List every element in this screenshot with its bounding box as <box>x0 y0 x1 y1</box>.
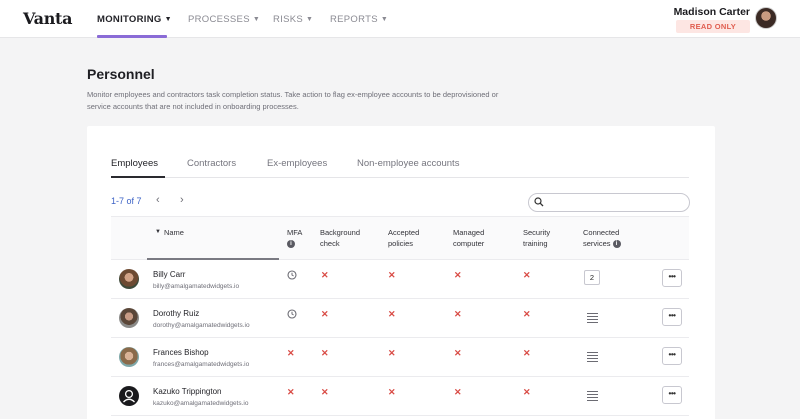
connected-services-count[interactable]: 2 <box>584 270 600 285</box>
chevron-down-icon: ▼ <box>164 16 172 23</box>
chevron-down-icon: ▼ <box>252 16 261 23</box>
more-options-button[interactable]: ••• <box>662 347 682 365</box>
personnel-table: ▼ Name MFA i Background check Accepted p… <box>111 216 689 416</box>
column-header-mfa-label: MFA <box>287 228 303 237</box>
personnel-card: Employees Contractors Ex-employees Non-e… <box>87 126 715 419</box>
sort-descending-icon: ▼ <box>155 229 161 235</box>
x-icon: ✕ <box>321 309 329 319</box>
x-icon: ✕ <box>287 348 295 358</box>
chevron-down-icon: ▼ <box>306 16 314 23</box>
tab-employees[interactable]: Employees <box>111 158 158 169</box>
read-only-badge: READ ONLY <box>676 20 750 33</box>
nav-processes-label: PROCESSES <box>188 14 250 25</box>
x-icon: ✕ <box>321 270 329 280</box>
person-email: billy@amalgamatedwidgets.io <box>153 283 240 290</box>
person-name[interactable]: Kazuko Trippington <box>153 387 222 396</box>
default-avatar-icon <box>123 389 135 403</box>
tab-non-employee-accounts[interactable]: Non-employee accounts <box>357 158 459 169</box>
search-icon <box>534 197 544 207</box>
result-count: 1-7 of 7 <box>111 196 142 206</box>
list-icon[interactable] <box>587 391 598 403</box>
x-icon: ✕ <box>454 348 462 358</box>
search-input[interactable] <box>528 193 690 212</box>
more-options-button[interactable]: ••• <box>662 386 682 404</box>
tab-contractors[interactable]: Contractors <box>187 158 236 169</box>
x-icon: ✕ <box>287 387 295 397</box>
column-header-accepted-policies: Accepted policies <box>388 228 420 248</box>
chevron-down-icon: ▼ <box>380 16 389 23</box>
avatar <box>119 269 139 289</box>
person-email: kazuko@amalgamatedwidgets.io <box>153 400 249 407</box>
user-avatar[interactable] <box>755 7 777 29</box>
info-icon[interactable]: i <box>287 240 295 249</box>
nav-processes[interactable]: PROCESSES ▼ <box>188 14 260 25</box>
column-header-managed-computer: Managed computer <box>453 228 485 248</box>
table-row[interactable]: Billy Carr billy@amalgamatedwidgets.io ✕… <box>111 260 689 299</box>
personnel-tabs: Employees Contractors Ex-employees Non-e… <box>111 152 689 178</box>
page-description: Monitor employees and contractors task c… <box>87 90 499 111</box>
x-icon: ✕ <box>388 270 396 280</box>
table-row[interactable]: Dorothy Ruiz dorothy@amalgamatedwidgets.… <box>111 299 689 338</box>
tab-ex-employees[interactable]: Ex-employees <box>267 158 327 169</box>
x-icon: ✕ <box>454 309 462 319</box>
person-name[interactable]: Billy Carr <box>153 270 185 279</box>
table-row[interactable]: Frances Bishop frances@amalgamatedwidget… <box>111 338 689 377</box>
nav-active-indicator <box>97 35 167 38</box>
vanta-logo[interactable]: Vanta <box>23 9 73 28</box>
person-email: frances@amalgamatedwidgets.io <box>153 361 250 368</box>
x-icon: ✕ <box>388 387 396 397</box>
x-icon: ✕ <box>523 387 531 397</box>
x-icon: ✕ <box>321 348 329 358</box>
x-icon: ✕ <box>523 309 531 319</box>
column-header-security-training: Security training <box>523 228 551 248</box>
nav-monitoring-label: MONITORING <box>97 14 162 25</box>
next-page-button[interactable]: › <box>180 195 184 206</box>
x-icon: ✕ <box>321 387 329 397</box>
avatar <box>119 347 139 367</box>
x-icon: ✕ <box>388 309 396 319</box>
column-header-mfa: MFA i <box>287 227 317 249</box>
x-icon: ✕ <box>523 270 531 280</box>
nav-risks[interactable]: RISKS ▼ <box>273 14 313 25</box>
table-row[interactable]: Kazuko Trippington kazuko@amalgamatedwid… <box>111 377 689 416</box>
person-name[interactable]: Dorothy Ruiz <box>153 309 199 318</box>
nav-reports-label: REPORTS <box>330 14 378 25</box>
avatar <box>119 308 139 328</box>
page-title: Personnel <box>87 66 155 82</box>
tab-active-indicator <box>111 176 165 178</box>
column-header-background-check: Background check <box>320 228 361 248</box>
clock-icon <box>287 309 297 319</box>
x-icon: ✕ <box>523 348 531 358</box>
x-icon: ✕ <box>388 348 396 358</box>
list-icon[interactable] <box>587 352 598 364</box>
user-name[interactable]: Madison Carter <box>674 6 750 18</box>
more-options-button[interactable]: ••• <box>662 269 682 287</box>
x-icon: ✕ <box>454 387 462 397</box>
list-icon[interactable] <box>587 313 598 325</box>
table-header: ▼ Name MFA i Background check Accepted p… <box>111 217 689 260</box>
previous-page-button[interactable]: ‹ <box>156 195 160 206</box>
more-options-button[interactable]: ••• <box>662 308 682 326</box>
x-icon: ✕ <box>454 270 462 280</box>
nav-risks-label: RISKS <box>273 14 304 25</box>
nav-monitoring[interactable]: MONITORING ▼ <box>97 14 172 25</box>
column-header-connected-services: Connected services i <box>583 227 643 249</box>
column-header-name[interactable]: ▼ Name <box>155 227 184 238</box>
person-email: dorothy@amalgamatedwidgets.io <box>153 322 250 329</box>
nav-reports[interactable]: REPORTS ▼ <box>330 14 388 25</box>
avatar <box>119 386 139 406</box>
person-name[interactable]: Frances Bishop <box>153 348 209 357</box>
top-navigation-bar: Vanta MONITORING ▼ PROCESSES ▼ RISKS ▼ R… <box>0 0 800 38</box>
column-header-name-label: Name <box>163 228 184 237</box>
clock-icon <box>287 270 297 280</box>
info-icon[interactable]: i <box>612 240 621 249</box>
